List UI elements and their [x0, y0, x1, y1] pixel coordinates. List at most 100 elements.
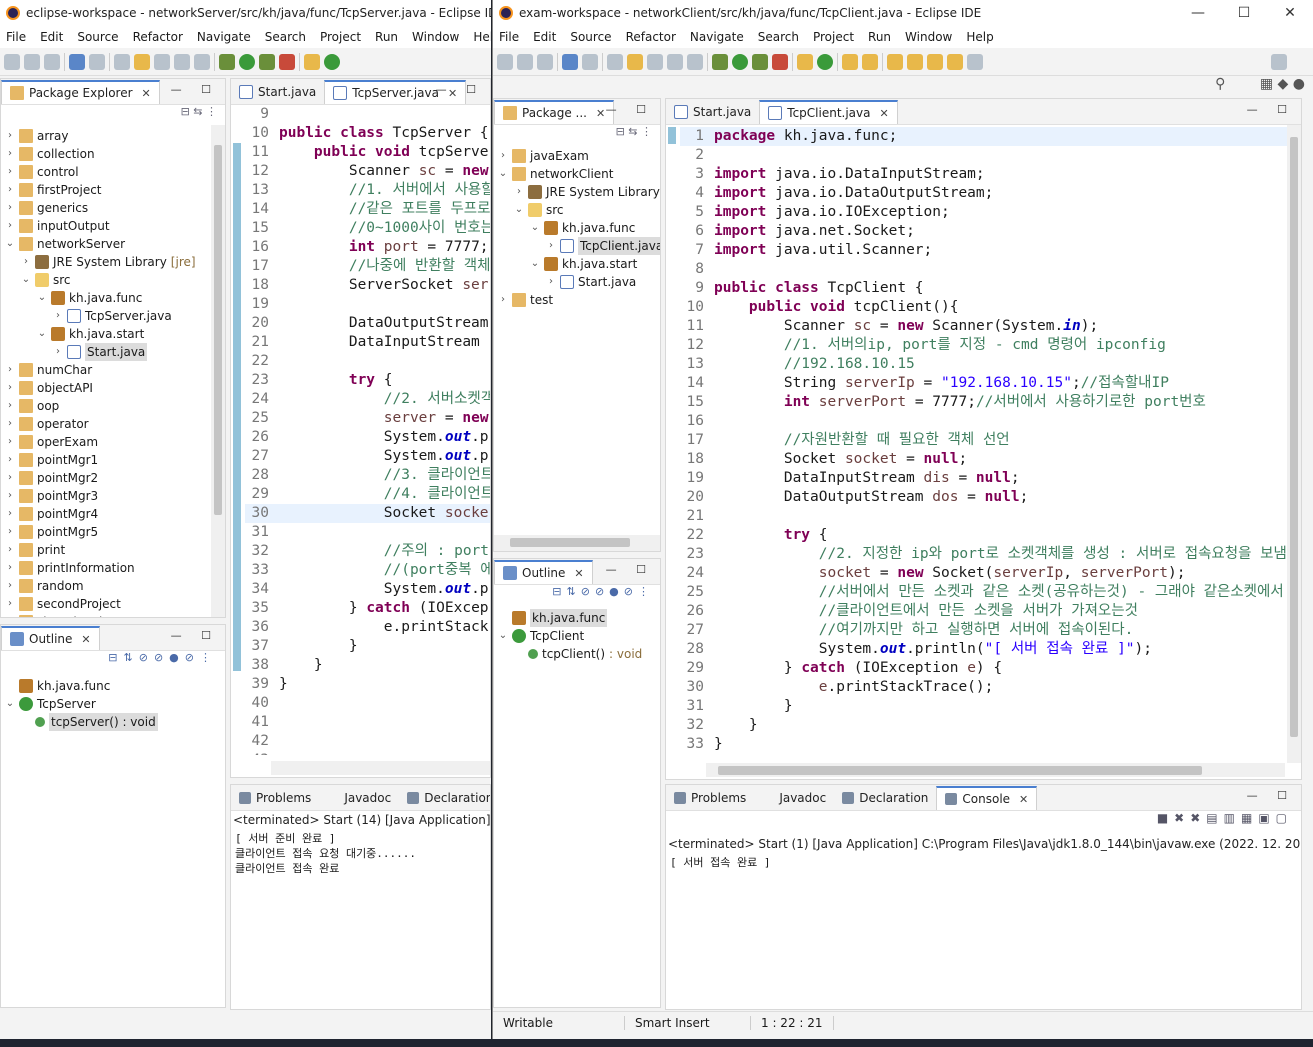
menu-window[interactable]: Window [899, 30, 960, 44]
terminate-icon[interactable]: ■ [1157, 811, 1174, 825]
hide-fields-icon[interactable]: ⊘ [139, 651, 154, 664]
terminal-icon[interactable] [562, 53, 578, 70]
hide-nonpublic-icon[interactable]: ● [169, 651, 185, 664]
chevron-right-icon[interactable]: › [514, 183, 524, 201]
tree-item[interactable]: › collection [1, 145, 225, 163]
chevron-right-icon[interactable]: › [5, 181, 15, 199]
code-line[interactable]: 27 //여기까지만 하고 실행하면 서버에 접속이된다. [680, 621, 1301, 640]
vertical-scrollbar[interactable] [1287, 125, 1301, 763]
menu-run[interactable]: Run [862, 30, 899, 44]
code-line[interactable]: 5 import java.io.IOException; [680, 203, 1301, 222]
sort-icon[interactable]: ⇅ [124, 651, 139, 664]
pin-console-icon[interactable]: ▣ [1258, 811, 1275, 825]
chevron-down-icon[interactable]: ⌄ [530, 219, 540, 237]
code-line[interactable]: 22 [245, 352, 490, 371]
code-line[interactable]: 16 [680, 412, 1301, 431]
show-whitespace-icon[interactable] [687, 53, 703, 70]
minimize-maximize-icon[interactable]: — ☐ [171, 83, 219, 96]
horizontal-scrollbar[interactable] [494, 535, 660, 551]
code-line[interactable]: 26 System.out.p [245, 428, 490, 447]
save-icon[interactable] [24, 53, 40, 70]
code-line[interactable]: 18 Socket socket = null; [680, 450, 1301, 469]
code-line[interactable]: 27 System.out.p [245, 447, 490, 466]
new-icon[interactable] [497, 53, 513, 70]
horizontal-scrollbar[interactable] [271, 761, 490, 775]
chevron-down-icon[interactable]: ⌄ [21, 271, 31, 289]
code-line[interactable]: 23 try { [245, 371, 490, 390]
code-line[interactable]: 14 String serverIp = "192.168.10.15";//접… [680, 374, 1301, 393]
menu-file[interactable]: File [493, 30, 527, 44]
code-line[interactable]: 1 package kh.java.func; [680, 127, 1301, 146]
code-line[interactable]: 7 import java.util.Scanner; [680, 241, 1301, 260]
mark-occurrences-icon[interactable] [134, 53, 150, 70]
chevron-right-icon[interactable]: › [546, 237, 556, 255]
code-line[interactable]: 42 [245, 732, 490, 751]
debug-icon[interactable] [219, 53, 235, 70]
open-type-icon[interactable] [842, 53, 858, 70]
previous-annotation-icon[interactable] [907, 53, 923, 70]
tree-item[interactable]: › operExam [1, 433, 225, 451]
code-line[interactable]: 8 [680, 260, 1301, 279]
tree-item[interactable]: › pointMgr5 [1, 523, 225, 541]
horizontal-scrollbar[interactable] [706, 763, 1285, 777]
menu-refactor[interactable]: Refactor [127, 30, 191, 44]
code-line[interactable]: 29 //4. 클라이언트가 [245, 485, 490, 504]
code-line[interactable]: 15 //0~1000사이 번호는 [245, 219, 490, 238]
menu-search[interactable]: Search [259, 30, 314, 44]
code-line[interactable]: 19 DataInputStream dis = null; [680, 469, 1301, 488]
code-line[interactable]: 36 e.printStack [245, 618, 490, 637]
external-tools-icon[interactable] [279, 53, 295, 70]
tree-item[interactable]: ⌄ kh.java.func [494, 219, 660, 237]
new-icon[interactable] [4, 53, 20, 70]
tab-problems[interactable]: Problems [666, 786, 754, 810]
code-line[interactable]: 10 public void tcpClient(){ [680, 298, 1301, 317]
code-line[interactable]: 12 //1. 서버의ip, port를 지정 - cmd 명령어 ipconf… [680, 336, 1301, 355]
view-menu-icon[interactable]: ⋮ [641, 125, 652, 138]
chevron-right-icon[interactable]: › [5, 505, 15, 523]
chevron-down-icon[interactable]: ⌄ [498, 165, 508, 183]
menu-navigate[interactable]: Navigate [191, 30, 259, 44]
code-line[interactable]: 12 Scanner sc = new [245, 162, 490, 181]
link-with-editor-icon[interactable]: ⇆ [193, 105, 202, 118]
chevron-down-icon[interactable]: ⌄ [37, 289, 47, 307]
word-wrap-icon[interactable] [667, 53, 683, 70]
tree-item[interactable]: › Start.java [1, 343, 225, 361]
block-selection-icon[interactable] [154, 53, 170, 70]
hide-fields-icon[interactable]: ⊘ [581, 585, 595, 598]
link-with-editor-icon[interactable]: ⇆ [628, 125, 637, 138]
tab-outline[interactable]: Outline ✕ [1, 626, 100, 650]
tree-item[interactable]: › oop [1, 397, 225, 415]
tree-item[interactable]: › shoppingPit [1, 613, 225, 617]
show-whitespace-icon[interactable] [194, 53, 210, 70]
close-icon[interactable]: ✕ [81, 633, 90, 646]
code-line[interactable]: 17 //나중에 반환할 객체를 [245, 257, 490, 276]
chevron-down-icon[interactable]: ⌄ [5, 235, 15, 253]
chevron-right-icon[interactable]: › [5, 217, 15, 235]
mark-occurrences-icon[interactable] [627, 53, 643, 70]
code-line[interactable]: 26 //클라이언트에서 만든 소켓을 서버가 가져오는것 [680, 602, 1301, 621]
console-output[interactable]: [ 서버 준비 완료 ] 클라이언트 접속 요청 대기중...... 클라이언트 접… [231, 829, 490, 878]
minimize-maximize-icon[interactable]: — ☐ [1247, 103, 1295, 116]
code-line[interactable]: 2 [680, 146, 1301, 165]
menu-project[interactable]: Project [314, 30, 369, 44]
tab-tcpclient-java[interactable]: TcpClient.java ✕ [759, 100, 898, 124]
coverage-icon[interactable] [259, 53, 275, 70]
chevron-right-icon[interactable]: › [5, 145, 15, 163]
tab-declaration[interactable]: Declaration [834, 786, 936, 810]
tree-item[interactable]: ⌄ src [1, 271, 225, 289]
tree-item[interactable]: tcpServer() : void [1, 713, 225, 731]
code-line[interactable]: 23 //2. 지정한 ip와 port로 소켓객체를 생성 : 서버로 접속요… [680, 545, 1301, 564]
tree-item[interactable]: › TcpServer.java [1, 307, 225, 325]
console-output[interactable]: [ 서버 접속 완료 ] [666, 853, 1301, 872]
code-line[interactable]: 21 [680, 507, 1301, 526]
hide-local-icon[interactable]: ⊘ [185, 651, 200, 664]
minimize-maximize-icon[interactable]: — ☐ [606, 103, 654, 116]
tree-item[interactable]: › pointMgr3 [1, 487, 225, 505]
close-icon[interactable]: ✕ [142, 87, 151, 100]
tree-item[interactable]: ⌄ networkClient [494, 165, 660, 183]
tree-item[interactable]: ⌄ networkServer [1, 235, 225, 253]
code-line[interactable]: 25 server = new [245, 409, 490, 428]
tree-item[interactable]: ⌄ TcpClient [494, 627, 660, 645]
code-line[interactable]: 31 [245, 523, 490, 542]
chevron-right-icon[interactable]: › [5, 541, 15, 559]
